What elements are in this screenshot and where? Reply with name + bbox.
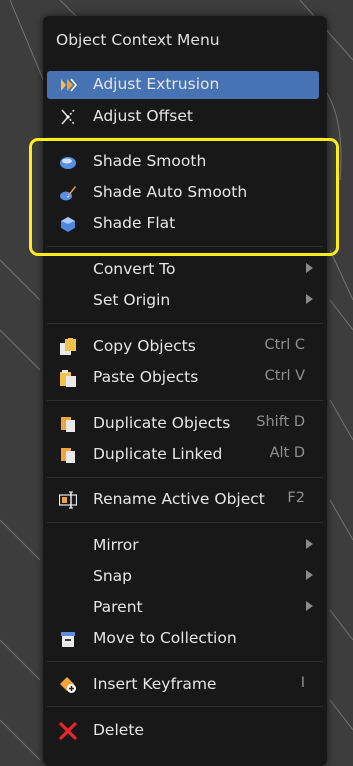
menu-title: Object Context Menu bbox=[56, 31, 220, 49]
menu-item-set-origin[interactable]: Set Origin bbox=[47, 287, 319, 315]
menu-separator bbox=[47, 661, 323, 662]
menu-item-mirror[interactable]: Mirror bbox=[47, 532, 319, 560]
duplicate-linked-icon bbox=[61, 448, 75, 463]
menu-item-label: Move to Collection bbox=[93, 629, 237, 647]
menu-item-parent[interactable]: Parent bbox=[47, 594, 319, 622]
menu-item-convert-to[interactable]: Convert To bbox=[47, 256, 319, 284]
submenu-arrow-icon bbox=[306, 263, 313, 273]
menu-item-duplicate-linked[interactable]: Duplicate Linked Alt D bbox=[47, 441, 319, 469]
menu-item-label: Parent bbox=[93, 598, 143, 616]
collection-icon bbox=[61, 632, 75, 647]
delete-icon bbox=[59, 722, 77, 740]
menu-item-label: Adjust Offset bbox=[93, 107, 193, 125]
paste-icon bbox=[60, 370, 76, 387]
shortcut-label: F2 bbox=[287, 490, 305, 506]
duplicate-icon bbox=[61, 417, 75, 432]
menu-separator bbox=[47, 706, 323, 707]
shortcut-label: Alt D bbox=[269, 445, 305, 461]
submenu-arrow-icon bbox=[306, 570, 313, 580]
menu-separator bbox=[47, 323, 323, 324]
menu-item-label: Delete bbox=[93, 721, 144, 739]
menu-item-label: Insert Keyframe bbox=[93, 675, 217, 693]
object-context-menu: Object Context Menu Adjust Extrusion Adj… bbox=[43, 16, 327, 766]
keyframe-icon bbox=[60, 677, 76, 693]
menu-item-label: Copy Objects bbox=[93, 337, 196, 355]
submenu-arrow-icon bbox=[306, 539, 313, 549]
menu-item-adjust-extrusion[interactable]: Adjust Extrusion bbox=[47, 71, 319, 99]
menu-item-label: Adjust Extrusion bbox=[93, 75, 220, 93]
shortcut-label: Ctrl C bbox=[264, 337, 305, 353]
menu-item-label: Set Origin bbox=[93, 291, 171, 309]
menu-item-rename-active-object[interactable]: Rename Active Object F2 bbox=[47, 486, 319, 514]
menu-item-label: Snap bbox=[93, 567, 132, 585]
shortcut-label: Shift D bbox=[256, 414, 305, 430]
menu-item-label: Rename Active Object bbox=[93, 490, 265, 508]
adjust-offset-icon bbox=[61, 109, 75, 125]
submenu-arrow-icon bbox=[306, 601, 313, 611]
menu-item-delete[interactable]: Delete bbox=[47, 717, 319, 745]
shading-options-highlight bbox=[29, 138, 339, 256]
menu-item-label: Mirror bbox=[93, 536, 139, 554]
menu-item-paste-objects[interactable]: Paste Objects Ctrl V bbox=[47, 364, 319, 392]
rename-icon bbox=[59, 491, 77, 509]
menu-item-copy-objects[interactable]: Copy Objects Ctrl C bbox=[47, 333, 319, 361]
menu-item-label: Duplicate Linked bbox=[93, 445, 223, 463]
shortcut-label: I bbox=[300, 675, 305, 691]
menu-item-label: Paste Objects bbox=[93, 368, 199, 386]
menu-item-insert-keyframe[interactable]: Insert Keyframe I bbox=[47, 671, 319, 699]
menu-item-label: Convert To bbox=[93, 260, 176, 278]
menu-separator bbox=[47, 477, 323, 478]
menu-separator bbox=[47, 522, 323, 523]
copy-icon bbox=[60, 338, 76, 355]
menu-item-label: Duplicate Objects bbox=[93, 414, 231, 432]
submenu-arrow-icon bbox=[306, 294, 313, 304]
shortcut-label: Ctrl V bbox=[264, 368, 305, 384]
menu-item-move-to-collection[interactable]: Move to Collection bbox=[47, 625, 319, 653]
adjust-extrusion-icon bbox=[61, 78, 77, 92]
menu-item-adjust-offset[interactable]: Adjust Offset bbox=[47, 103, 319, 131]
menu-separator bbox=[47, 400, 323, 401]
menu-item-duplicate-objects[interactable]: Duplicate Objects Shift D bbox=[47, 410, 319, 438]
menu-item-snap[interactable]: Snap bbox=[47, 563, 319, 591]
